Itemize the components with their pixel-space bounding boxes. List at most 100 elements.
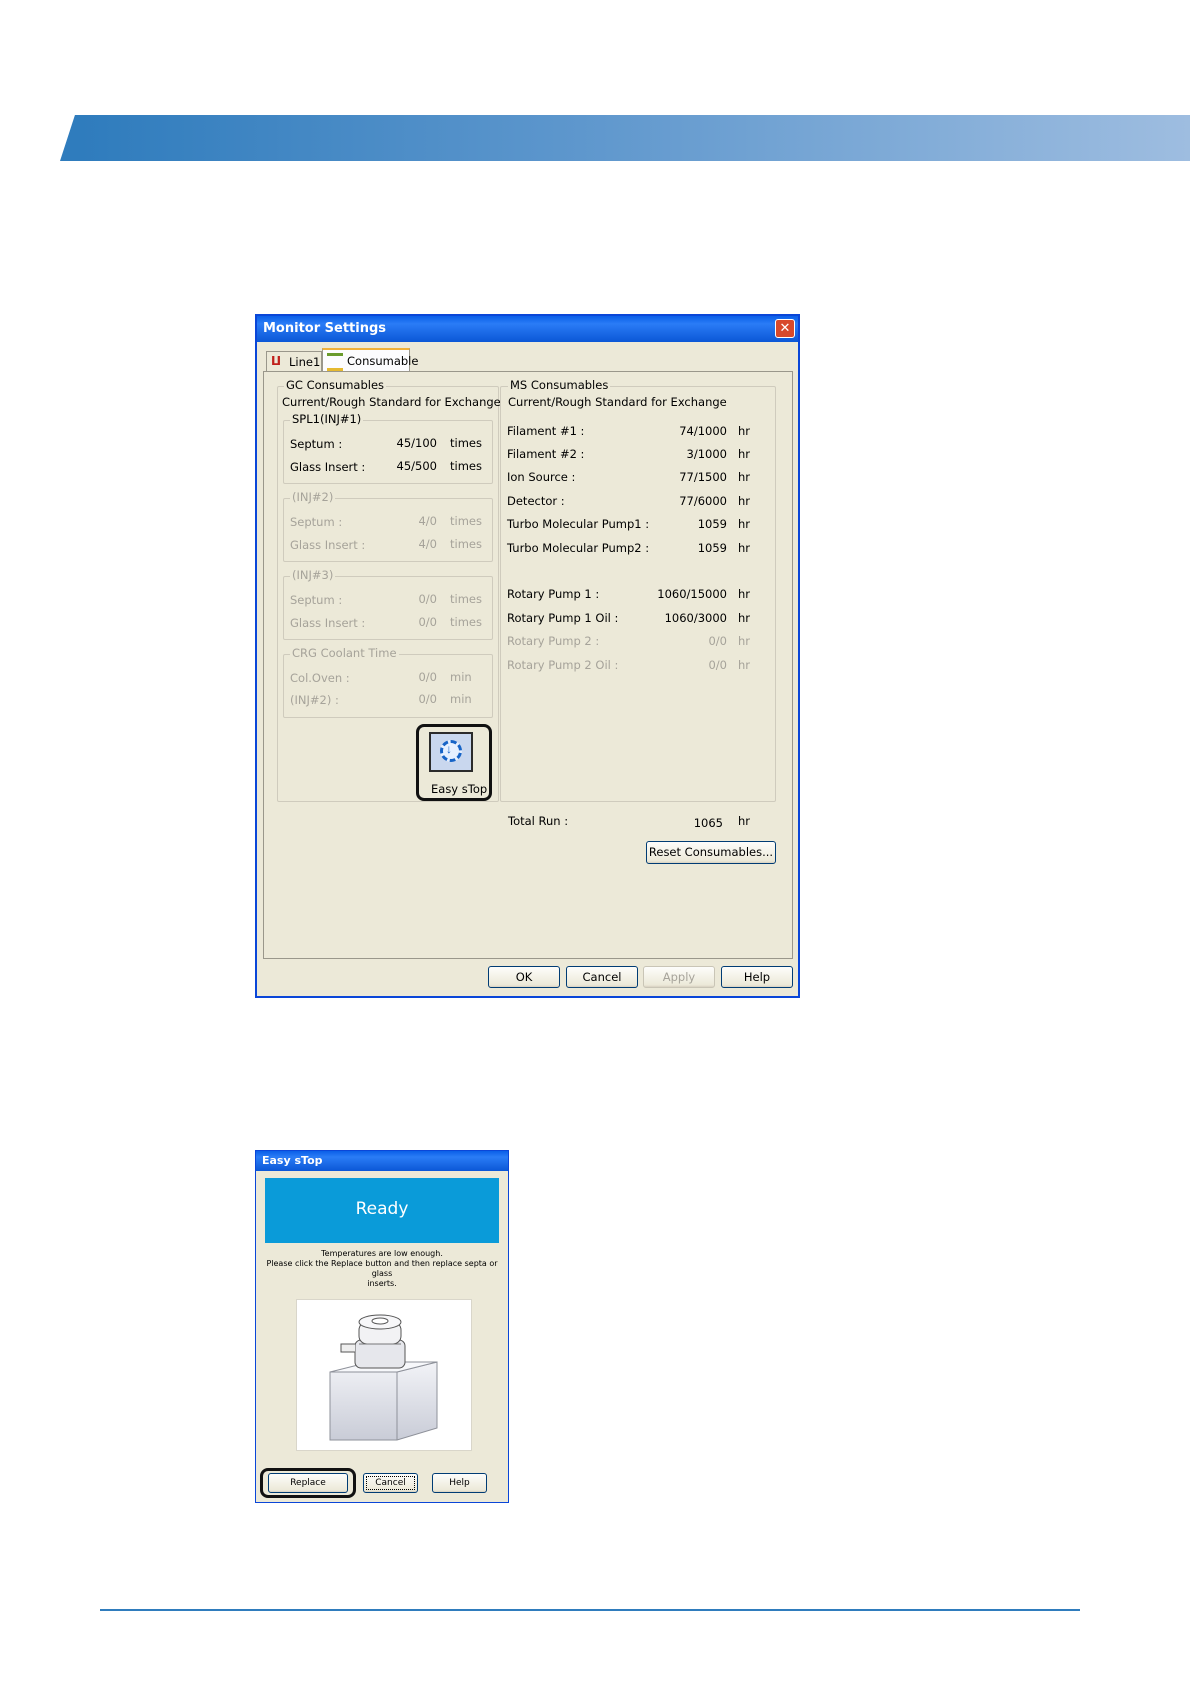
inj2-group bbox=[283, 498, 493, 562]
monitor-settings-titlebar: Monitor Settings ✕ bbox=[257, 316, 798, 342]
window-title: Monitor Settings bbox=[263, 321, 387, 336]
crg-inj2-unit: min bbox=[450, 692, 472, 706]
inj3-septum-name: Septum : bbox=[290, 593, 343, 607]
status-message: Temperatures are low enough. Please clic… bbox=[262, 1249, 502, 1289]
replace-button[interactable]: Replace bbox=[268, 1473, 348, 1493]
easy-stop-cancel-button[interactable]: Cancel bbox=[363, 1473, 418, 1493]
ms-ion-source-value: 77/1500 bbox=[679, 470, 727, 484]
ms-subtitle: Current/Rough Standard for Exchange bbox=[508, 395, 727, 409]
crg-col-oven-unit: min bbox=[450, 670, 472, 684]
message-line-2: Please click the Replace button and then… bbox=[266, 1259, 498, 1278]
ms-rp2-oil-unit: hr bbox=[738, 658, 751, 672]
status-text: Ready bbox=[355, 1199, 409, 1219]
ms-consumables-label: MS Consumables bbox=[508, 378, 611, 392]
ms-tmp1-name: Turbo Molecular Pump1 : bbox=[507, 517, 650, 531]
reset-consumables-button[interactable]: Reset Consumables... bbox=[646, 841, 776, 864]
crg-inj2-name: (INJ#2) : bbox=[290, 693, 339, 707]
consumable-icon bbox=[327, 353, 343, 371]
easy-stop-help-button[interactable]: Help bbox=[432, 1473, 487, 1493]
ms-filament1-unit: hr bbox=[738, 424, 751, 438]
spl1-glass-insert-unit: times bbox=[450, 459, 482, 473]
tab-line1[interactable]: ⵡ Line1 bbox=[266, 351, 322, 371]
ms-tmp2-value: 1059 bbox=[697, 541, 727, 555]
ms-tmp2-unit: hr bbox=[738, 541, 751, 555]
monitor-settings-window: Monitor Settings ✕ ⵡ Line1 Consumable GC… bbox=[255, 314, 800, 998]
easy-stop-titlebar: Easy sTop bbox=[256, 1151, 508, 1171]
spl1-glass-insert-name: Glass Insert : bbox=[290, 460, 366, 474]
spl1-septum-name: Septum : bbox=[290, 437, 343, 451]
ms-tmp1-unit: hr bbox=[738, 517, 751, 531]
easy-stop-button[interactable]: ↓ bbox=[429, 732, 473, 772]
inj2-label: (INJ#2) bbox=[290, 490, 336, 504]
inj3-glass-insert-unit: times bbox=[450, 615, 482, 629]
apply-button[interactable]: Apply bbox=[643, 966, 715, 988]
ms-detector-value: 77/6000 bbox=[679, 494, 727, 508]
ms-rp1-value: 1060/15000 bbox=[657, 587, 727, 601]
ms-rp2-value: 0/0 bbox=[708, 634, 727, 648]
status-banner: Ready bbox=[265, 1178, 499, 1243]
header-banner bbox=[60, 115, 1190, 161]
cancel-button[interactable]: Cancel bbox=[566, 966, 638, 988]
ms-detector-unit: hr bbox=[738, 494, 751, 508]
spl1-glass-insert-value: 45/500 bbox=[396, 459, 437, 473]
gc-subtitle: Current/Rough Standard for Exchange bbox=[282, 395, 501, 409]
ms-rp2-oil-value: 0/0 bbox=[708, 658, 727, 672]
inj3-septum-value: 0/0 bbox=[418, 592, 437, 606]
ms-rp1-name: Rotary Pump 1 : bbox=[507, 587, 600, 601]
ms-ion-source-unit: hr bbox=[738, 470, 751, 484]
ms-filament2-name: Filament #2 : bbox=[507, 447, 585, 461]
spl1-label: SPL1(INJ#1) bbox=[290, 412, 364, 426]
gc-consumables-label: GC Consumables bbox=[284, 378, 387, 392]
inj2-septum-name: Septum : bbox=[290, 515, 343, 529]
inj3-glass-insert-value: 0/0 bbox=[418, 615, 437, 629]
easy-stop-window-title: Easy sTop bbox=[262, 1154, 323, 1167]
injector-illustration bbox=[296, 1299, 472, 1451]
ms-rp1-oil-value: 1060/3000 bbox=[664, 611, 727, 625]
inj2-glass-insert-name: Glass Insert : bbox=[290, 538, 366, 552]
ms-ion-source-name: Ion Source : bbox=[507, 470, 576, 484]
spl1-septum-unit: times bbox=[450, 436, 482, 450]
ms-rp2-oil-name: Rotary Pump 2 Oil : bbox=[507, 658, 619, 672]
footer-rule bbox=[100, 1609, 1080, 1611]
ms-filament2-value: 3/1000 bbox=[686, 447, 727, 461]
inj3-label: (INJ#3) bbox=[290, 568, 336, 582]
crg-col-oven-name: Col.Oven : bbox=[290, 671, 350, 685]
inj2-septum-value: 4/0 bbox=[418, 514, 437, 528]
ms-filament1-value: 74/1000 bbox=[679, 424, 727, 438]
spl1-septum-value: 45/100 bbox=[396, 436, 437, 450]
total-run-name: Total Run : bbox=[508, 814, 569, 828]
spl1-group bbox=[283, 420, 493, 484]
easy-stop-icon: ↓ bbox=[440, 740, 462, 762]
inj2-glass-insert-unit: times bbox=[450, 537, 482, 551]
crg-inj2-value: 0/0 bbox=[418, 692, 437, 706]
ms-rp2-unit: hr bbox=[738, 634, 751, 648]
crg-coolant-label: CRG Coolant Time bbox=[290, 646, 399, 660]
close-icon[interactable]: ✕ bbox=[775, 319, 795, 338]
easy-stop-window: Easy sTop Ready Temperatures are low eno… bbox=[255, 1150, 509, 1503]
crg-col-oven-value: 0/0 bbox=[418, 670, 437, 684]
ms-rp1-oil-name: Rotary Pump 1 Oil : bbox=[507, 611, 619, 625]
inj3-glass-insert-name: Glass Insert : bbox=[290, 616, 366, 630]
ms-tmp1-value: 1059 bbox=[697, 517, 727, 531]
ms-detector-name: Detector : bbox=[507, 494, 565, 508]
injector-image bbox=[329, 1314, 438, 1441]
inj3-group bbox=[283, 576, 493, 640]
help-button[interactable]: Help bbox=[721, 966, 793, 988]
easy-stop-label: Easy sTop bbox=[431, 782, 488, 796]
ms-filament2-unit: hr bbox=[738, 447, 751, 461]
inj3-septum-unit: times bbox=[450, 592, 482, 606]
line-graph-icon: ⵡ bbox=[271, 354, 282, 368]
message-line-3: inserts. bbox=[367, 1279, 397, 1288]
ms-tmp2-name: Turbo Molecular Pump2 : bbox=[507, 541, 650, 555]
ms-filament1-name: Filament #1 : bbox=[507, 424, 585, 438]
ms-rp1-oil-unit: hr bbox=[738, 611, 751, 625]
banner-bar bbox=[82, 115, 1190, 161]
ok-button[interactable]: OK bbox=[488, 966, 560, 988]
total-run-value: 1065 bbox=[693, 816, 723, 830]
ms-rp1-unit: hr bbox=[738, 587, 751, 601]
tab-consumable[interactable]: Consumable bbox=[322, 348, 418, 372]
inj2-septum-unit: times bbox=[450, 514, 482, 528]
tab-consumable-label: Consumable bbox=[347, 354, 419, 368]
ms-rp2-name: Rotary Pump 2 : bbox=[507, 634, 600, 648]
total-run-unit: hr bbox=[738, 814, 751, 828]
